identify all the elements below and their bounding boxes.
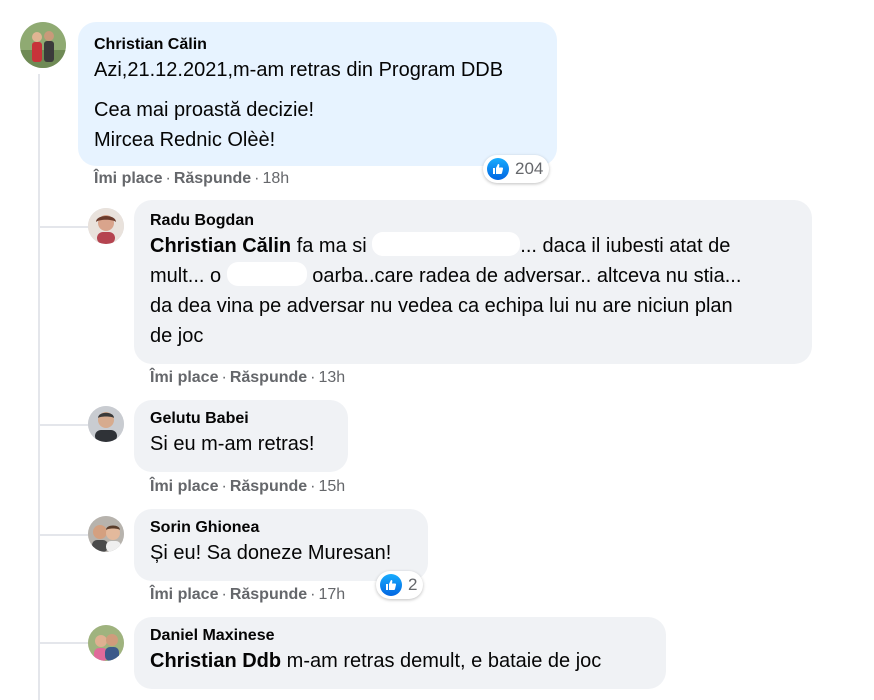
like-button[interactable]: Îmi place xyxy=(150,369,218,386)
comment-text: da dea vina pe adversar nu vedea ca echi… xyxy=(150,295,733,317)
timestamp[interactable]: 17h xyxy=(318,586,345,603)
timestamp[interactable]: 18h xyxy=(262,170,289,187)
avatar-photo-icon xyxy=(88,516,124,552)
redacted-block xyxy=(226,262,307,286)
like-thumb-icon xyxy=(380,574,402,596)
comment-text: Christian Ddb m-am retras demult, e bata… xyxy=(150,650,602,672)
reply-button[interactable]: Răspunde xyxy=(230,478,307,495)
comment-bubble: Radu Bogdan Christian Călin fa ma si ...… xyxy=(134,200,812,364)
avatar[interactable] xyxy=(88,516,124,552)
redacted-block xyxy=(372,232,521,256)
comment-author[interactable]: Gelutu Babei xyxy=(150,410,332,428)
comment-bubble: Christian Călin Azi,21.12.2021,m-am retr… xyxy=(78,22,557,166)
avatar[interactable] xyxy=(88,406,124,442)
like-button[interactable]: Îmi place xyxy=(94,170,162,187)
reaction-count-value: 204 xyxy=(515,159,544,178)
comment-author[interactable]: Daniel Maxinese xyxy=(150,627,650,645)
thread-line-branch xyxy=(38,642,90,644)
avatar[interactable] xyxy=(88,625,124,661)
separator: · xyxy=(310,369,316,386)
reply-button[interactable]: Răspunde xyxy=(230,369,307,386)
thread-line-branch xyxy=(38,424,90,426)
timestamp[interactable]: 13h xyxy=(318,369,345,386)
like-thumb-icon xyxy=(487,158,509,180)
mention-link[interactable]: Christian Călin xyxy=(150,235,291,257)
comment-author[interactable]: Radu Bogdan xyxy=(150,212,796,230)
like-button[interactable]: Îmi place xyxy=(150,478,218,495)
thread-line-branch xyxy=(38,534,90,536)
comment-actions: Îmi place · Răspunde · 13h xyxy=(150,369,345,387)
comment-bubble: Sorin Ghionea Și eu! Sa doneze Muresan! xyxy=(134,509,428,581)
separator: · xyxy=(221,369,227,386)
comment-author[interactable]: Christian Călin xyxy=(94,36,541,54)
avatar-photo-icon xyxy=(88,625,124,661)
avatar[interactable] xyxy=(88,208,124,244)
comment-text: Azi,21.12.2021,m-am retras din Program D… xyxy=(94,59,504,81)
comment-text: Mircea Rednic Olèè! xyxy=(94,129,276,151)
avatar[interactable] xyxy=(20,22,66,68)
comment-actions: Îmi place · Răspunde · 18h xyxy=(94,170,289,188)
reaction-count[interactable]: 2 xyxy=(376,571,424,599)
separator: · xyxy=(254,170,260,187)
avatar-photo-icon xyxy=(20,22,66,68)
thread-line-main xyxy=(38,74,40,700)
comment-author[interactable]: Sorin Ghionea xyxy=(150,519,412,537)
reply-button[interactable]: Răspunde xyxy=(174,170,251,187)
timestamp[interactable]: 15h xyxy=(318,478,345,495)
comment-text: de joc xyxy=(150,325,204,347)
comment-text: Cea mai proastă decizie! xyxy=(94,99,315,121)
separator: · xyxy=(221,478,227,495)
comment-text: Și eu! Sa doneze Muresan! xyxy=(150,542,392,564)
thread-line-branch xyxy=(38,226,90,228)
comment-actions: Îmi place · Răspunde · 15h xyxy=(150,478,345,496)
reaction-count[interactable]: 204 xyxy=(483,155,550,183)
separator: · xyxy=(310,586,316,603)
mention-link[interactable]: Christian Ddb xyxy=(150,650,281,672)
avatar-photo-icon xyxy=(88,208,124,244)
reaction-count-value: 2 xyxy=(408,575,418,594)
comment-bubble: Gelutu Babei Si eu m-am retras! xyxy=(134,400,348,472)
comment-text: Christian Călin fa ma si ... daca il iub… xyxy=(150,231,796,261)
separator: · xyxy=(165,170,171,187)
comment-text: mult... o oarba..care radea de adversar.… xyxy=(150,261,796,291)
separator: · xyxy=(221,586,227,603)
avatar-photo-icon xyxy=(88,406,124,442)
separator: · xyxy=(310,478,316,495)
reply-button[interactable]: Răspunde xyxy=(230,586,307,603)
like-button[interactable]: Îmi place xyxy=(150,586,218,603)
comment-bubble: Daniel Maxinese Christian Ddb m-am retra… xyxy=(134,617,666,689)
comment-actions: Îmi place · Răspunde · 17h xyxy=(150,586,345,604)
comment-text: Si eu m-am retras! xyxy=(150,433,315,455)
